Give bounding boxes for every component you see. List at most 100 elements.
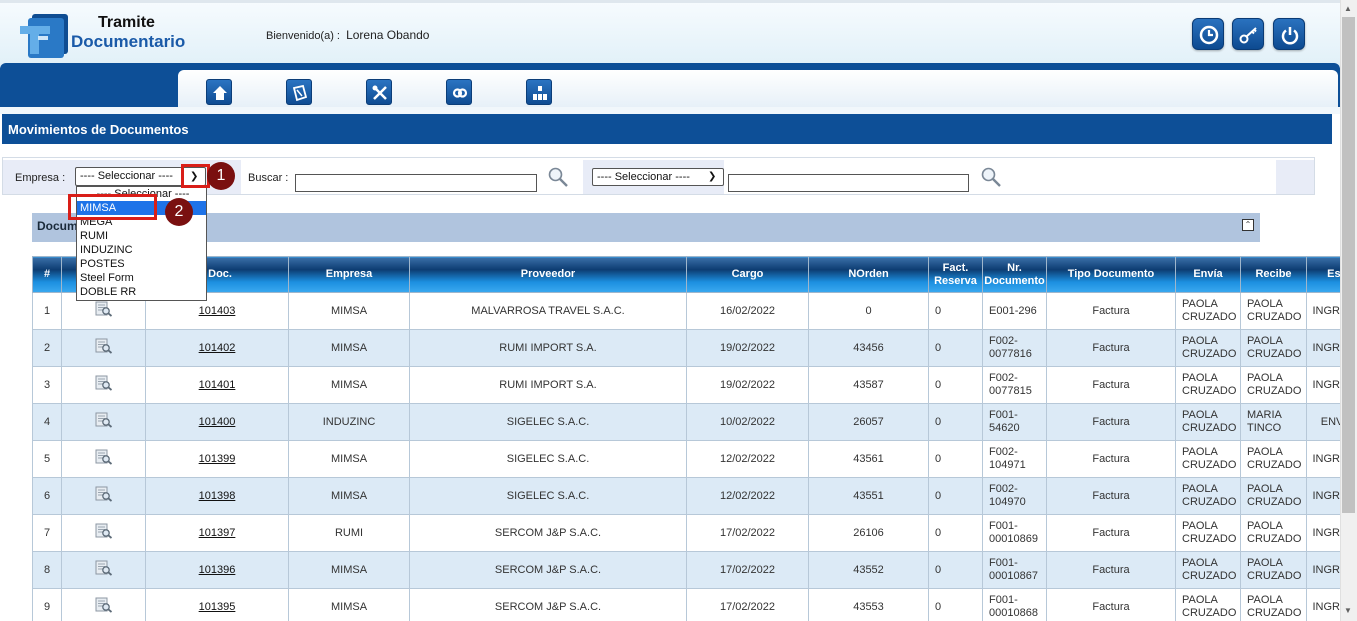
fact-reserva-cell: 0 [928, 477, 983, 515]
table-row[interactable]: 7 101397 RUMI SERCOM J&P S.A.C. 17/02/2022 26… [32, 514, 1357, 552]
proveedor-cell: SIGELEC S.A.C. [409, 477, 687, 515]
scroll-down-icon[interactable]: ▼ [1344, 606, 1352, 615]
envia-cell: PAOLA CRUZADO [1175, 588, 1241, 621]
table-row[interactable]: 1 101403 MIMSA MALVARROSA TRAVEL S.A.C. 16/0… [32, 292, 1357, 330]
table-row[interactable]: 4 101400 INDUZINC SIGELEC S.A.C. 10/02/2022 2… [32, 403, 1357, 441]
history-button[interactable] [1192, 18, 1224, 50]
dropdown-option[interactable]: INDUZINC [77, 243, 206, 257]
table-row[interactable]: 9 101395 MIMSA SERCOM J&P S.A.C. 17/02/2022 4… [32, 588, 1357, 621]
magnifier-document-icon[interactable] [95, 301, 113, 317]
col-header-nr-documento[interactable]: Nr. Documento [982, 256, 1047, 293]
field-select[interactable]: ---- Seleccionar ---- [592, 168, 724, 186]
view-icon[interactable] [61, 440, 146, 478]
envia-cell: PAOLA CRUZADO [1175, 329, 1241, 367]
dropdown-option[interactable]: POSTES [77, 257, 206, 271]
table-row[interactable]: 8 101396 MIMSA SERCOM J&P S.A.C. 17/02/2022 4… [32, 551, 1357, 589]
org-chart-icon [533, 86, 547, 100]
doc-number-link[interactable]: 101397 [199, 527, 236, 539]
search-icon[interactable] [547, 166, 569, 188]
table-row[interactable]: 5 101399 MIMSA SIGELEC S.A.C. 12/02/2022 4356… [32, 440, 1357, 478]
col-header-proveedor[interactable]: Proveedor [409, 256, 687, 293]
view-icon[interactable] [61, 477, 146, 515]
search-input[interactable] [295, 174, 537, 192]
recibe-cell: PAOLA CRUZADO [1240, 588, 1307, 621]
doc-number-link[interactable]: 101402 [199, 342, 236, 354]
row-index: 3 [32, 366, 62, 404]
doc-number-link[interactable]: 101396 [199, 564, 236, 576]
row-index: 6 [32, 477, 62, 515]
doc-number-link[interactable]: 101403 [199, 305, 236, 317]
nav-documents-button[interactable] [286, 79, 312, 105]
magnifier-document-icon[interactable] [95, 597, 113, 613]
search-input-2[interactable] [728, 174, 969, 192]
doc-number-link[interactable]: 101401 [199, 379, 236, 391]
magnifier-document-icon[interactable] [95, 560, 113, 576]
view-icon[interactable] [61, 366, 146, 404]
col-header-recibe[interactable]: Recibe [1240, 256, 1307, 293]
doc-number-link[interactable]: 101399 [199, 453, 236, 465]
recibe-cell: MARIA TINCO [1240, 403, 1307, 441]
doc-link: 101395 [145, 588, 289, 621]
chevron-down-icon[interactable]: ❯ [708, 171, 716, 182]
magnifier-document-icon[interactable] [95, 523, 113, 539]
magnifier-document-icon[interactable] [95, 338, 113, 354]
magnifier-document-icon[interactable] [95, 486, 113, 502]
norden-cell: 43552 [808, 551, 929, 589]
cargo-cell: 16/02/2022 [686, 292, 809, 330]
empresa-cell: INDUZINC [288, 403, 410, 441]
magnifier-document-icon[interactable] [95, 412, 113, 428]
doc-number-link[interactable]: 101395 [199, 601, 236, 613]
nav-tabs [178, 70, 1338, 108]
view-icon[interactable] [61, 514, 146, 552]
doc-number-link[interactable]: 101398 [199, 490, 236, 502]
dropdown-option[interactable]: DOBLE RR [77, 285, 206, 299]
tipo-documento-cell: Factura [1046, 292, 1176, 330]
col-header-fact-reserva[interactable]: Fact. Reserva [928, 256, 983, 293]
search-icon[interactable] [980, 166, 1002, 188]
view-icon[interactable] [61, 329, 146, 367]
welcome-label: Bienvenido(a) : [266, 30, 340, 42]
collapse-icon[interactable]: ⌃ [1242, 219, 1254, 231]
change-password-button[interactable] [1232, 18, 1264, 50]
col-header-envia[interactable]: Envía [1175, 256, 1241, 293]
col-header-empresa[interactable]: Empresa [288, 256, 410, 293]
cargo-cell: 19/02/2022 [686, 366, 809, 404]
cargo-cell: 19/02/2022 [686, 329, 809, 367]
table-row[interactable]: 3 101401 MIMSA RUMI IMPORT S.A. 19/02/2022 43… [32, 366, 1357, 404]
view-icon[interactable] [61, 551, 146, 589]
logout-button[interactable] [1273, 18, 1305, 50]
table-row[interactable]: 2 101402 MIMSA RUMI IMPORT S.A. 19/02/2022 43… [32, 329, 1357, 367]
nav-home-button[interactable] [206, 79, 232, 105]
magnifier-document-icon[interactable] [95, 375, 113, 391]
view-icon[interactable] [61, 403, 146, 441]
dropdown-option[interactable]: RUMI [77, 229, 206, 243]
col-header-cargo[interactable]: Cargo [686, 256, 809, 293]
dropdown-option[interactable]: Steel Form [77, 271, 206, 285]
scrollbar-thumb[interactable] [1342, 17, 1355, 513]
col-header-norden[interactable]: NOrden [808, 256, 929, 293]
magnifier-document-icon[interactable] [95, 449, 113, 465]
row-index: 8 [32, 551, 62, 589]
proveedor-cell: SERCOM J&P S.A.C. [409, 551, 687, 589]
nav-organization-button[interactable] [526, 79, 552, 105]
fact-reserva-cell: 0 [928, 366, 983, 404]
proveedor-cell: SERCOM J&P S.A.C. [409, 514, 687, 552]
recibe-cell: PAOLA CRUZADO [1240, 440, 1307, 478]
link-icon [452, 88, 468, 98]
row-index: 7 [32, 514, 62, 552]
view-icon[interactable] [61, 588, 146, 621]
page: { "header": { "logo_line1": "Tramite", "… [0, 0, 1357, 621]
scroll-up-icon[interactable]: ▲ [1344, 4, 1352, 13]
table-row[interactable]: 6 101398 MIMSA SIGELEC S.A.C. 12/02/2022 4355… [32, 477, 1357, 515]
logo-icon [20, 14, 68, 58]
fact-reserva-cell: 0 [928, 403, 983, 441]
doc-number-link[interactable]: 101400 [199, 416, 236, 428]
nr-documento-cell: F002-0077815 [982, 366, 1047, 404]
fact-reserva-cell: 0 [928, 514, 983, 552]
nav-tools-button[interactable] [366, 79, 392, 105]
nav-link-button[interactable] [446, 79, 472, 105]
col-header-index[interactable]: # [32, 256, 62, 293]
empresa-cell: MIMSA [288, 440, 410, 478]
col-header-tipo-documento[interactable]: Tipo Documento [1046, 256, 1176, 293]
tipo-documento-cell: Factura [1046, 403, 1176, 441]
